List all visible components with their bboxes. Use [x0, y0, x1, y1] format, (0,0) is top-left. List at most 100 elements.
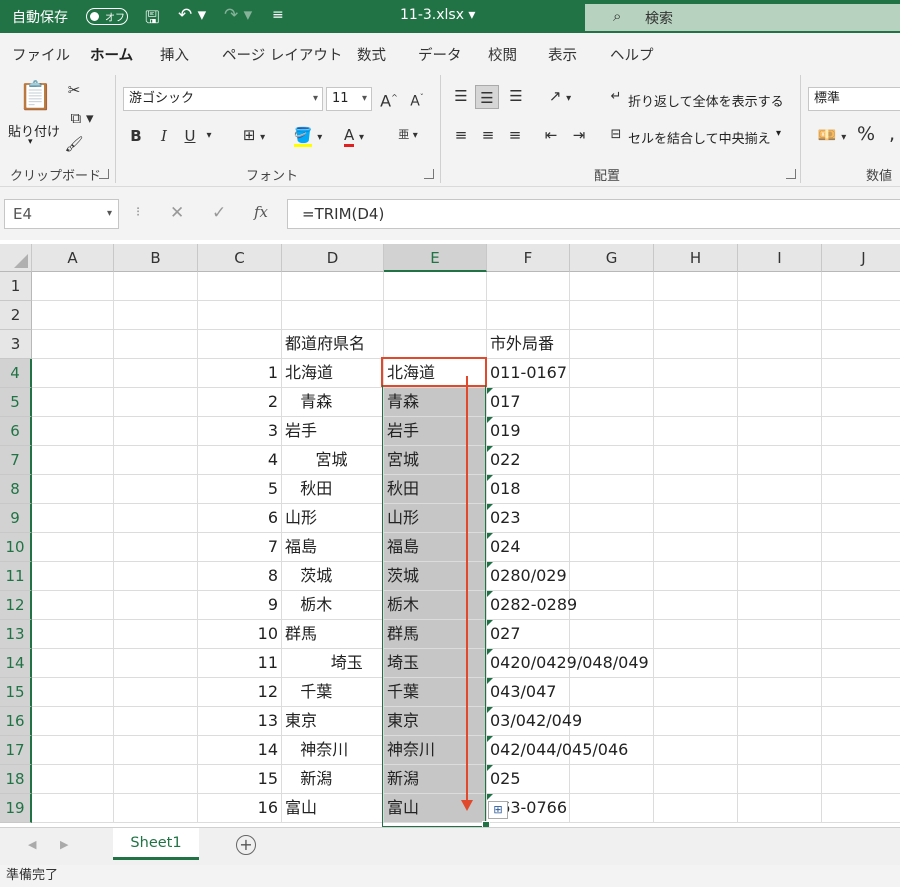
row-header-2[interactable]: 2	[0, 301, 32, 330]
cell-g2[interactable]	[570, 301, 654, 330]
cell-a2[interactable]	[32, 301, 114, 330]
cell-h17[interactable]	[654, 736, 738, 765]
row-header-18[interactable]: 18	[0, 765, 32, 794]
cell-a1[interactable]	[32, 272, 114, 301]
cell-j5[interactable]	[822, 388, 900, 417]
merge-dropdown-icon[interactable]: ▾	[776, 128, 781, 139]
cell-h19[interactable]	[654, 794, 738, 823]
cell-j17[interactable]	[822, 736, 900, 765]
cell-h15[interactable]	[654, 678, 738, 707]
cell-i1[interactable]	[738, 272, 822, 301]
cell-d14[interactable]: 埼玉	[282, 649, 384, 678]
cell-b16[interactable]	[114, 707, 198, 736]
redo-icon[interactable]: ↷ ▾	[224, 5, 252, 25]
cell-b15[interactable]	[114, 678, 198, 707]
cell-h13[interactable]	[654, 620, 738, 649]
cell-f9[interactable]: 023	[487, 504, 570, 533]
cell-c18[interactable]: 15	[198, 765, 282, 794]
column-header-a[interactable]: A	[32, 244, 114, 272]
cell-j19[interactable]	[822, 794, 900, 823]
grow-font-icon[interactable]: A^	[378, 89, 400, 110]
cell-g6[interactable]	[570, 417, 654, 446]
name-box[interactable]: E4 ▾	[4, 199, 119, 229]
cell-f8[interactable]: 018	[487, 475, 570, 504]
cell-c1[interactable]	[198, 272, 282, 301]
merge-center-button[interactable]: セルを結合して中央揃え	[628, 128, 771, 147]
cell-h10[interactable]	[654, 533, 738, 562]
cell-b13[interactable]	[114, 620, 198, 649]
cell-a17[interactable]	[32, 736, 114, 765]
align-middle-icon[interactable]: ☰	[475, 85, 499, 109]
cell-e8[interactable]: 秋田	[384, 475, 487, 504]
cell-b8[interactable]	[114, 475, 198, 504]
cell-j7[interactable]	[822, 446, 900, 475]
cell-b2[interactable]	[114, 301, 198, 330]
cell-i16[interactable]	[738, 707, 822, 736]
cell-j1[interactable]	[822, 272, 900, 301]
cell-j10[interactable]	[822, 533, 900, 562]
cell-c12[interactable]: 9	[198, 591, 282, 620]
cell-j14[interactable]	[822, 649, 900, 678]
row-header-5[interactable]: 5	[0, 388, 32, 417]
cell-g9[interactable]	[570, 504, 654, 533]
cell-i10[interactable]	[738, 533, 822, 562]
percent-style-icon[interactable]: %	[856, 125, 876, 144]
cell-d11[interactable]: 茨城	[282, 562, 384, 591]
cell-d12[interactable]: 栃木	[282, 591, 384, 620]
cell-h7[interactable]	[654, 446, 738, 475]
align-left-icon[interactable]: ≡	[450, 126, 472, 144]
cell-d6[interactable]: 岩手	[282, 417, 384, 446]
row-header-1[interactable]: 1	[0, 272, 32, 301]
cell-g8[interactable]	[570, 475, 654, 504]
cell-a4[interactable]	[32, 359, 114, 388]
cell-i18[interactable]	[738, 765, 822, 794]
file-name[interactable]: 11-3.xlsx ▾	[400, 7, 475, 23]
cell-f10[interactable]: 024	[487, 533, 570, 562]
bold-button[interactable]: B	[128, 127, 144, 145]
cell-f7[interactable]: 022	[487, 446, 570, 475]
cell-c5[interactable]: 2	[198, 388, 282, 417]
row-header-10[interactable]: 10	[0, 533, 32, 562]
cell-a12[interactable]	[32, 591, 114, 620]
cell-b14[interactable]	[114, 649, 198, 678]
cell-d10[interactable]: 福島	[282, 533, 384, 562]
cell-i4[interactable]	[738, 359, 822, 388]
font-launcher-icon[interactable]	[424, 169, 434, 179]
cell-j12[interactable]	[822, 591, 900, 620]
cell-j6[interactable]	[822, 417, 900, 446]
prev-sheet-icon[interactable]: ◀	[28, 838, 36, 851]
cell-a19[interactable]	[32, 794, 114, 823]
cell-e12[interactable]: 栃木	[384, 591, 487, 620]
align-right-icon[interactable]: ≡	[504, 126, 526, 144]
cell-b19[interactable]	[114, 794, 198, 823]
column-header-b[interactable]: B	[114, 244, 198, 272]
cell-j13[interactable]	[822, 620, 900, 649]
cell-b10[interactable]	[114, 533, 198, 562]
cell-c11[interactable]: 8	[198, 562, 282, 591]
cell-i15[interactable]	[738, 678, 822, 707]
column-header-j[interactable]: J	[822, 244, 900, 272]
cell-a5[interactable]	[32, 388, 114, 417]
cell-f15[interactable]: 043/047	[487, 678, 570, 707]
cell-i3[interactable]	[738, 330, 822, 359]
cell-e18[interactable]: 新潟	[384, 765, 487, 794]
cell-h5[interactable]	[654, 388, 738, 417]
cell-d5[interactable]: 青森	[282, 388, 384, 417]
cell-h3[interactable]	[654, 330, 738, 359]
cell-j8[interactable]	[822, 475, 900, 504]
cell-j11[interactable]	[822, 562, 900, 591]
cell-d4[interactable]: 北海道	[282, 359, 384, 388]
cell-i9[interactable]	[738, 504, 822, 533]
row-header-16[interactable]: 16	[0, 707, 32, 736]
cell-c4[interactable]: 1	[198, 359, 282, 388]
cell-f12[interactable]: 0282-0289	[487, 591, 577, 620]
cell-h4[interactable]	[654, 359, 738, 388]
cell-g1[interactable]	[570, 272, 654, 301]
cell-a6[interactable]	[32, 417, 114, 446]
cell-g7[interactable]	[570, 446, 654, 475]
save-icon[interactable]: 🖫	[145, 5, 159, 34]
alignment-launcher-icon[interactable]	[786, 169, 796, 179]
cell-d19[interactable]: 富山	[282, 794, 384, 823]
cell-d3[interactable]: 都道府県名	[282, 330, 384, 359]
cell-i17[interactable]	[738, 736, 822, 765]
